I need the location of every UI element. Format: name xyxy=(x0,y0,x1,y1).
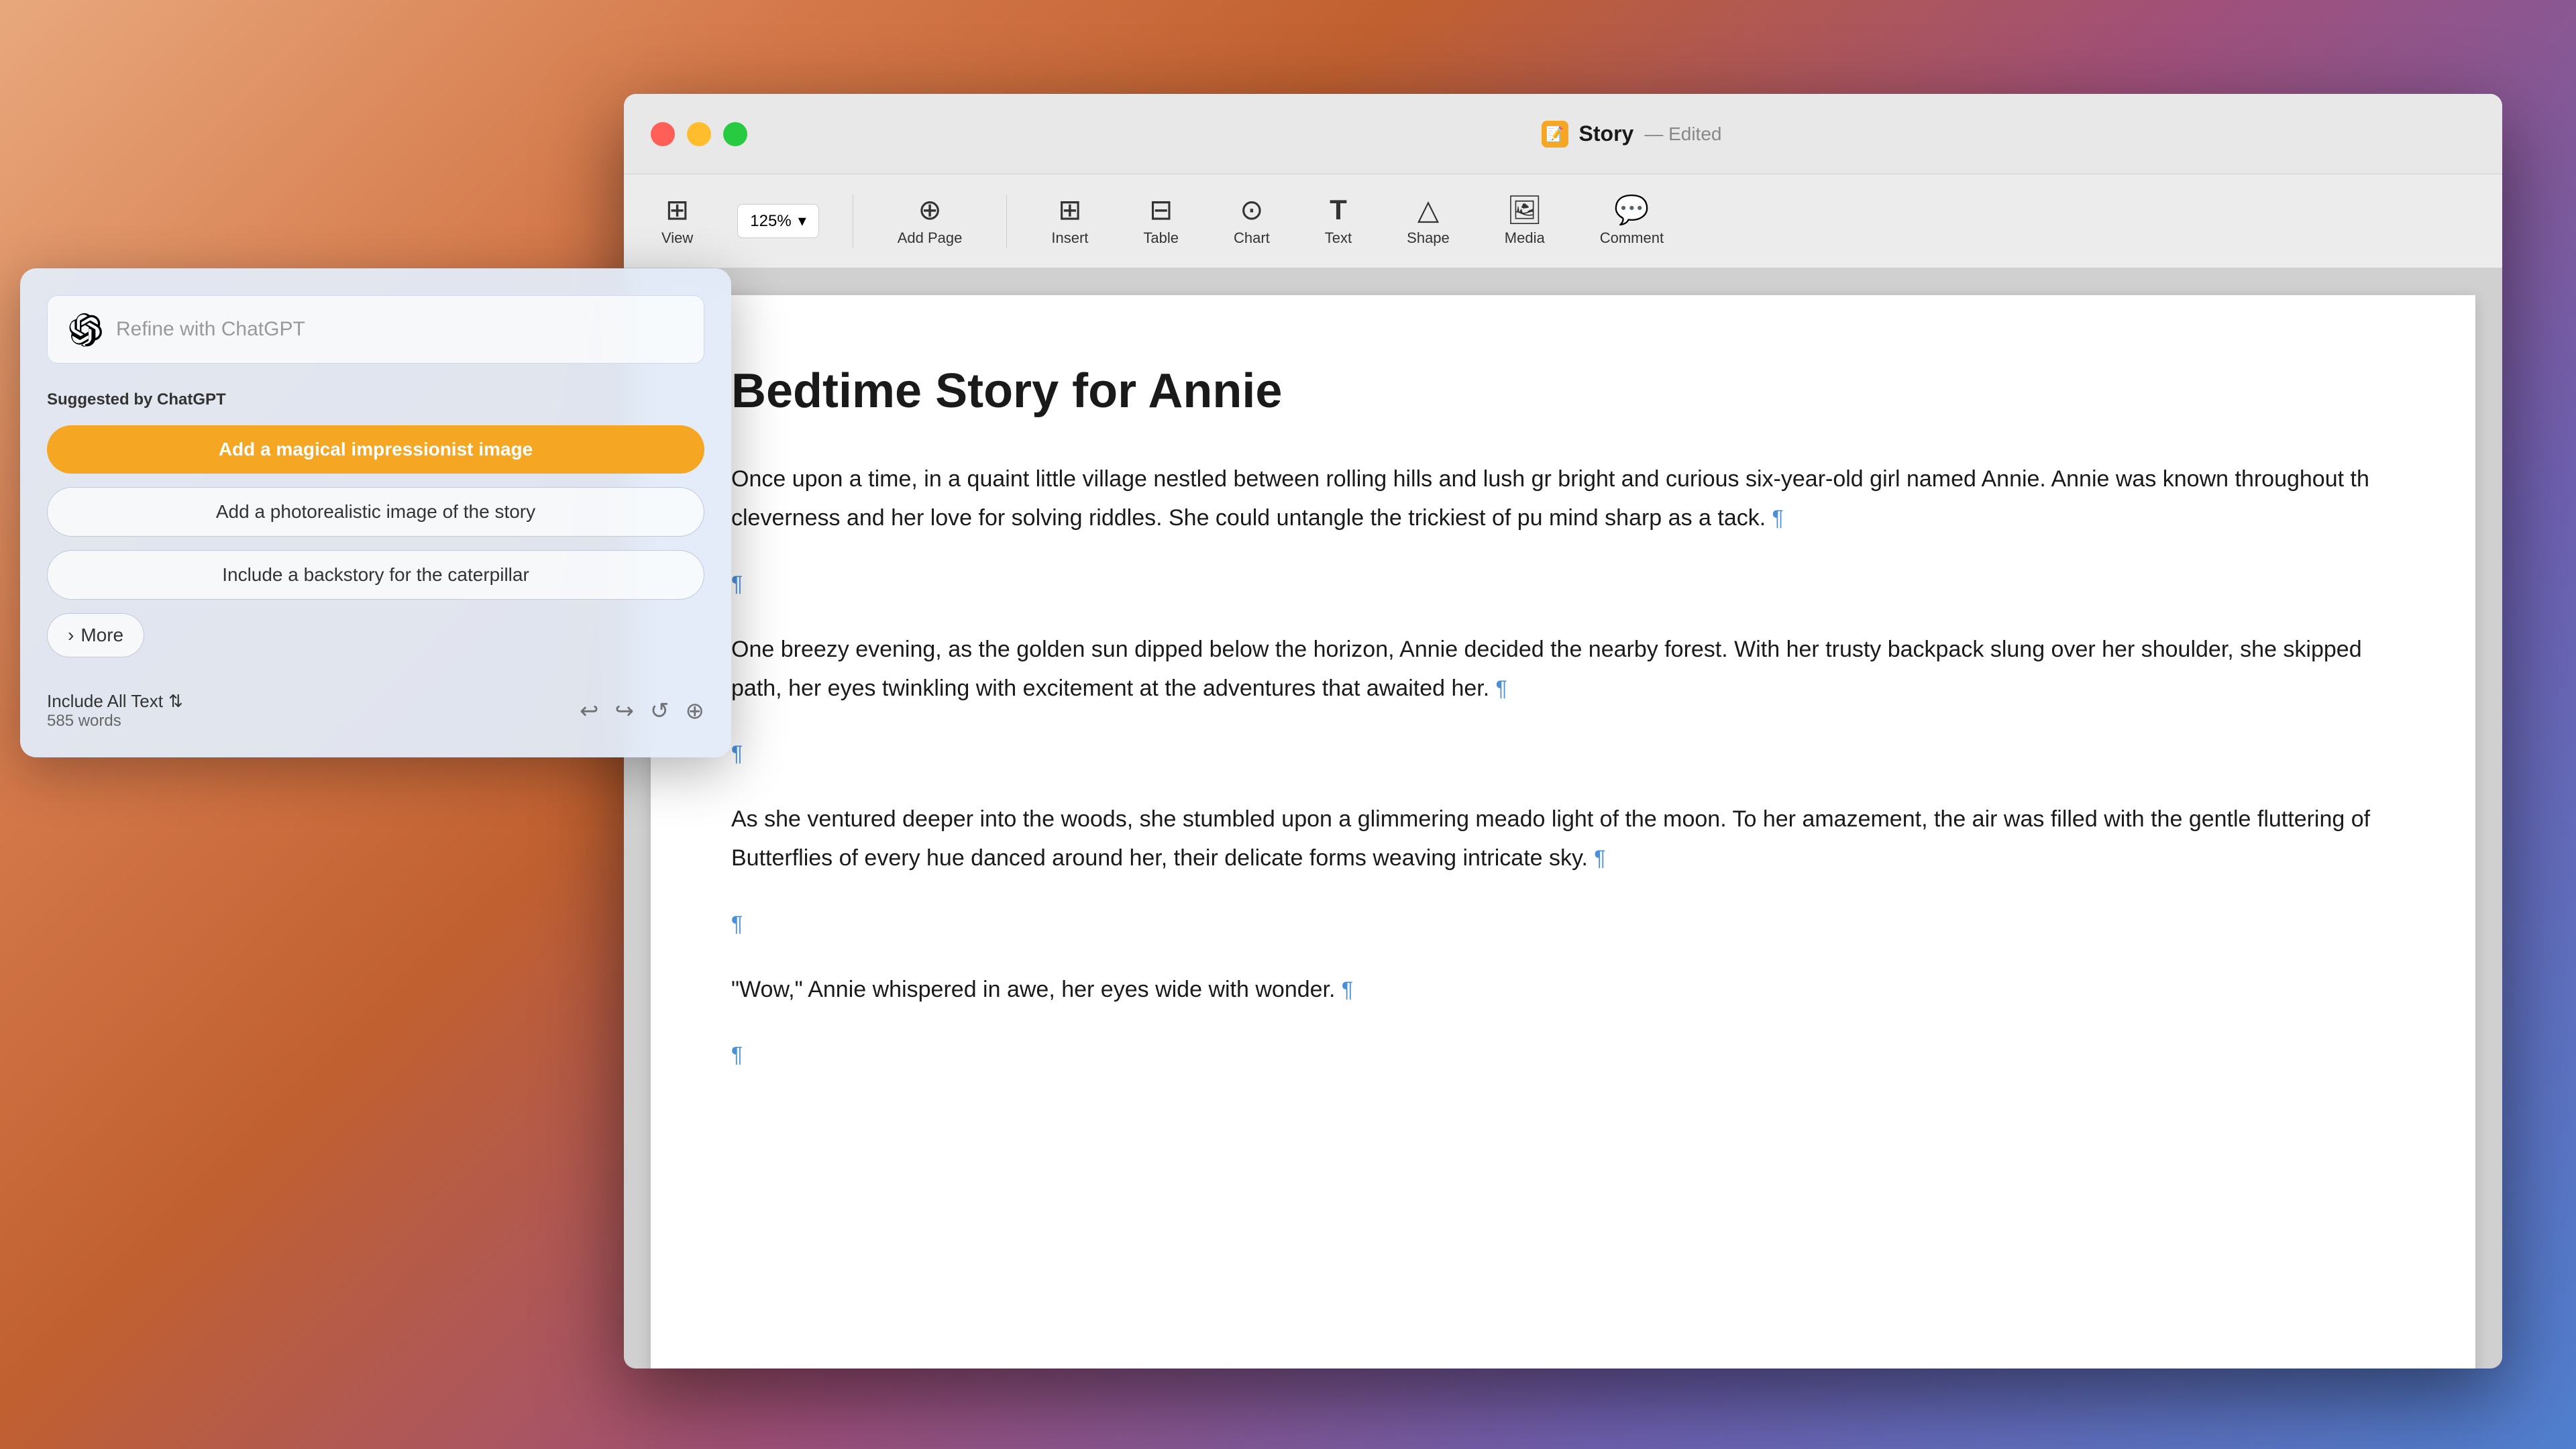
text-label: Text xyxy=(1325,229,1352,247)
pilcrow-8: ¶ xyxy=(731,1042,743,1067)
include-text-label: Include All Text xyxy=(47,691,163,712)
redo-button[interactable]: ↪ xyxy=(615,698,635,724)
panel-footer: Include All Text ⇅ 585 words ↩ ↪ ↺ ⊕ xyxy=(47,678,704,731)
window-edited: — Edited xyxy=(1644,123,1721,145)
suggestion-photorealistic-button[interactable]: Add a photorealistic image of the story xyxy=(47,487,704,537)
toolbar-table[interactable]: ⊟ Table xyxy=(1132,189,1189,254)
toolbar-chart[interactable]: ⊙ Chart xyxy=(1223,189,1281,254)
add-button[interactable]: ⊕ xyxy=(686,698,705,724)
table-icon: ⊟ xyxy=(1149,196,1173,224)
include-text-chevron-icon: ⇅ xyxy=(168,691,183,712)
suggested-label: Suggested by ChatGPT xyxy=(47,390,704,409)
document-area: Bedtime Story for Annie Once upon a time… xyxy=(624,268,2502,1368)
media-icon: 🖼 xyxy=(1507,196,1542,224)
pilcrow-line-1: ¶ xyxy=(731,565,2395,604)
chatgpt-logo-icon xyxy=(68,312,103,347)
text-icon: T xyxy=(1330,196,1347,224)
refresh-button[interactable]: ↺ xyxy=(650,698,669,724)
suggestion-magical-image-button[interactable]: Add a magical impressionist image xyxy=(47,425,704,474)
pilcrow-2: ¶ xyxy=(731,572,743,596)
chart-icon: ⊙ xyxy=(1240,196,1263,224)
table-label: Table xyxy=(1143,229,1179,247)
zoom-button[interactable]: 125% ▾ xyxy=(737,204,818,238)
fullscreen-button[interactable] xyxy=(723,122,747,146)
pilcrow-7: ¶ xyxy=(1342,977,1353,1002)
window-title: Story xyxy=(1579,121,1634,146)
toolbar: ⊞ View 125% ▾ ⊕ Add Page ⊞ Insert ⊟ Tabl… xyxy=(624,174,2502,268)
pilcrow-3: ¶ xyxy=(1496,676,1507,700)
add-page-icon: ⊕ xyxy=(918,196,941,224)
more-button[interactable]: › More xyxy=(47,613,144,657)
toolbar-shape[interactable]: △ Shape xyxy=(1396,189,1460,254)
undo-button[interactable]: ↩ xyxy=(580,698,599,724)
view-label: View xyxy=(661,229,693,247)
app-icon: 📝 xyxy=(1542,121,1568,148)
titlebar: 📝 Story — Edited xyxy=(624,94,2502,174)
pilcrow-5: ¶ xyxy=(1594,846,1605,870)
footer-left: Include All Text ⇅ 585 words xyxy=(47,691,183,731)
toolbar-text[interactable]: T Text xyxy=(1314,189,1362,254)
traffic-lights xyxy=(651,122,747,146)
chart-label: Chart xyxy=(1234,229,1270,247)
paragraph-2: One breezy evening, as the golden sun di… xyxy=(731,631,2395,708)
add-page-label: Add Page xyxy=(898,229,963,247)
shape-label: Shape xyxy=(1407,229,1450,247)
paragraph-4: "Wow," Annie whispered in awe, her eyes … xyxy=(731,971,2395,1010)
word-count: 585 words xyxy=(47,712,183,731)
shape-icon: △ xyxy=(1417,196,1439,224)
pilcrow-line-3: ¶ xyxy=(731,905,2395,944)
media-label: Media xyxy=(1505,229,1545,247)
document-page: Bedtime Story for Annie Once upon a time… xyxy=(651,295,2475,1368)
document-title: Bedtime Story for Annie xyxy=(731,362,2395,420)
panel-actions: ↩ ↪ ↺ ⊕ xyxy=(580,698,704,724)
zoom-chevron-icon: ▾ xyxy=(798,211,806,231)
include-text-button[interactable]: Include All Text ⇅ xyxy=(47,691,183,712)
title-area: 📝 Story — Edited xyxy=(788,121,2475,148)
toolbar-media[interactable]: 🖼 Media xyxy=(1494,189,1556,254)
paragraph-3: As she ventured deeper into the woods, s… xyxy=(731,800,2395,878)
chatgpt-input-placeholder: Refine with ChatGPT xyxy=(116,318,684,341)
comment-label: Comment xyxy=(1600,229,1664,247)
zoom-value: 125% xyxy=(750,212,791,231)
minimize-button[interactable] xyxy=(687,122,711,146)
pilcrow-line-4: ¶ xyxy=(731,1036,2395,1075)
chatgpt-input-area[interactable]: Refine with ChatGPT xyxy=(47,295,704,364)
insert-icon: ⊞ xyxy=(1058,196,1081,224)
main-content: Bedtime Story for Annie Once upon a time… xyxy=(624,268,2502,1368)
close-button[interactable] xyxy=(651,122,675,146)
toolbar-divider-2 xyxy=(1006,195,1007,248)
suggestion-caterpillar-button[interactable]: Include a backstory for the caterpillar xyxy=(47,550,704,600)
toolbar-comment[interactable]: 💬 Comment xyxy=(1589,189,1674,254)
comment-icon: 💬 xyxy=(1614,196,1649,224)
pilcrow-6: ¶ xyxy=(731,912,743,936)
toolbar-insert[interactable]: ⊞ Insert xyxy=(1040,189,1099,254)
chatgpt-panel: Refine with ChatGPT Suggested by ChatGPT… xyxy=(20,268,731,757)
pilcrow-4: ¶ xyxy=(731,741,743,765)
paragraph-1: Once upon a time, in a quaint little vil… xyxy=(731,460,2395,538)
insert-label: Insert xyxy=(1051,229,1088,247)
more-chevron-icon: › xyxy=(68,625,74,646)
app-window: 📝 Story — Edited ⊞ View 125% ▾ ⊕ Add Pag… xyxy=(624,94,2502,1368)
toolbar-view[interactable]: ⊞ View xyxy=(651,189,704,254)
view-icon: ⊞ xyxy=(665,196,689,224)
more-label: More xyxy=(80,625,123,646)
pilcrow-line-2: ¶ xyxy=(731,735,2395,773)
toolbar-add-page[interactable]: ⊕ Add Page xyxy=(887,189,973,254)
pilcrow-1: ¶ xyxy=(1772,506,1784,530)
